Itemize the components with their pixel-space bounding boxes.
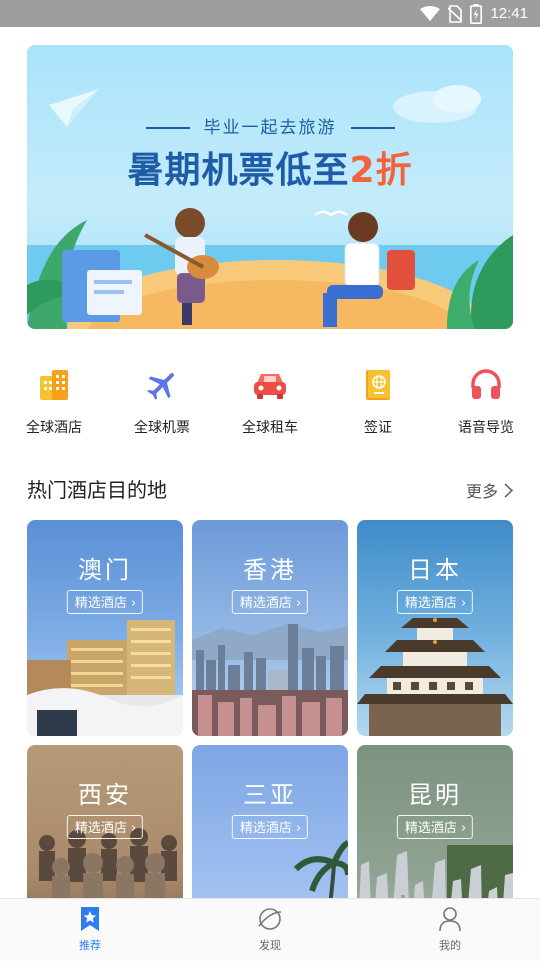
destination-card-macau[interactable]: 澳门 精选酒店 › [27,520,183,736]
user-icon [439,907,461,932]
headphones-icon [471,369,501,399]
destination-name: 澳门 [78,556,132,584]
destination-name: 西安 [78,781,132,809]
quick-item-label: 签证 [364,420,392,436]
bottom-tab-bar: 推荐 发现 我的 [0,898,540,961]
star-bookmark-icon [81,907,99,931]
tab-me[interactable]: 我的 [390,905,510,953]
passport-icon [366,370,390,400]
car-icon [254,374,286,399]
section-title: 热门酒店目的地 [27,478,167,502]
more-link[interactable]: 更多 [466,478,513,502]
chevron-right-icon: › [130,821,137,836]
quick-item-audio-guide[interactable]: 语音导览 [432,365,540,437]
banner-subtitle: 毕业一起去旅游 [27,113,513,138]
status-time: 12:41 [490,5,528,22]
tab-discover[interactable]: 发现 [210,905,330,953]
featured-hotels-tag[interactable]: 精选酒店 › [66,815,144,839]
hotel-building-icon [40,370,68,400]
featured-hotels-tag[interactable]: 精选酒店 › [231,590,309,614]
quick-item-hotel[interactable]: 全球酒店 [0,365,108,437]
featured-hotels-tag[interactable]: 精选酒店 › [396,815,474,839]
chevron-right-icon: › [130,596,137,611]
chevron-right-icon [504,482,513,498]
more-label: 更多 [465,482,498,501]
tab-label: 我的 [439,939,461,952]
airplane-icon [147,372,175,400]
quick-item-label: 全球酒店 [26,420,82,436]
promo-banner[interactable]: 毕业一起去旅游 暑期机票低至2折 [27,45,513,329]
chevron-right-icon: › [460,596,467,611]
wifi-icon [420,5,441,21]
destination-card-japan[interactable]: 日本 精选酒店 › [357,520,513,736]
status-bar: 12:41 [0,0,540,27]
quick-menu: 全球酒店 全球机票 全球租车 签证 语音导览 [0,365,540,445]
destination-name: 香港 [243,556,297,584]
battery-charging-icon [470,3,483,24]
banner-title-highlight: 2折 [349,150,413,191]
quick-item-flight[interactable]: 全球机票 [108,365,216,437]
quick-item-car-rental[interactable]: 全球租车 [216,365,324,437]
chevron-right-icon: › [295,821,302,836]
quick-item-label: 全球租车 [242,420,298,436]
quick-item-label: 语音导览 [458,420,514,436]
featured-hotels-tag[interactable]: 精选酒店 › [231,815,309,839]
planet-icon [258,908,282,930]
banner-title: 暑期机票低至2折 [127,150,413,191]
quick-item-label: 全球机票 [134,420,190,436]
quick-item-visa[interactable]: 签证 [324,365,432,437]
destination-name: 三亚 [243,781,297,809]
featured-hotels-tag[interactable]: 精选酒店 › [66,590,144,614]
destination-card-hongkong[interactable]: 香港 精选酒店 › [192,520,348,736]
destination-name: 昆明 [408,781,462,809]
tab-label: 推荐 [79,939,101,952]
tab-recommend[interactable]: 推荐 [30,905,150,953]
tab-label: 发现 [259,939,281,952]
featured-hotels-tag[interactable]: 精选酒店 › [396,590,474,614]
chevron-right-icon: › [460,821,467,836]
chevron-right-icon: › [295,596,302,611]
destination-name: 日本 [408,556,462,584]
no-sim-icon [448,4,463,23]
